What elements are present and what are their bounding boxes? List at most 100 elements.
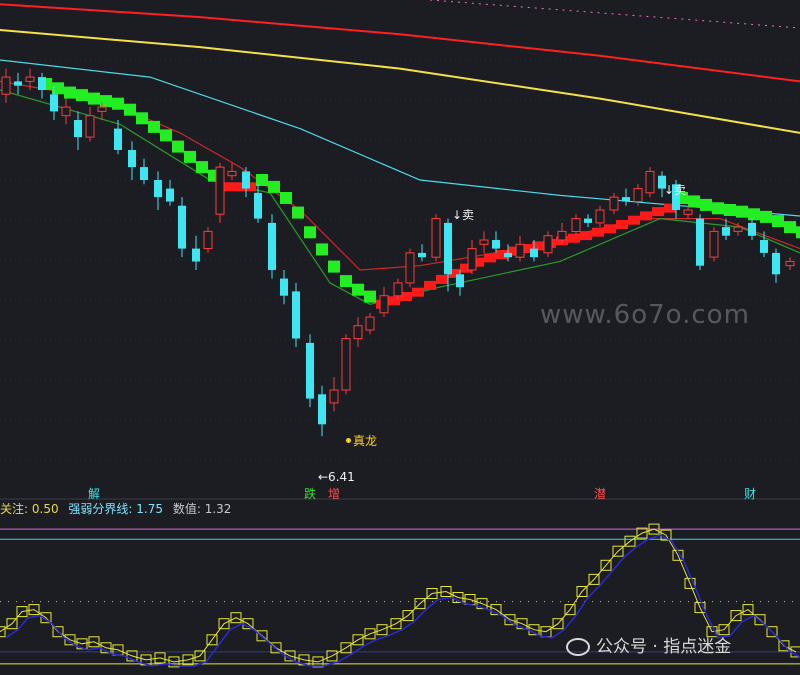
ribbon-block xyxy=(640,211,652,221)
candle-body xyxy=(722,227,730,236)
candle-body xyxy=(140,167,148,180)
site-watermark: www.6o7o.com xyxy=(540,300,750,330)
candle-body xyxy=(633,188,643,203)
candle-body xyxy=(467,248,477,271)
candle-body xyxy=(530,248,538,258)
wechat-watermark-text: 公众号 · 指点迷金 xyxy=(596,637,732,657)
ribbon-block xyxy=(64,86,76,99)
candle-body xyxy=(609,196,619,211)
candle-body xyxy=(268,222,276,270)
candle-body xyxy=(192,248,200,262)
focus-label: 关注: xyxy=(0,502,29,516)
candle-body xyxy=(595,209,605,224)
candle-body xyxy=(431,218,441,258)
ribbon-block xyxy=(328,260,340,273)
ribbon-block xyxy=(724,204,736,216)
candle-body xyxy=(1,76,11,95)
value-number: 1.32 xyxy=(204,502,232,516)
threshold-label: 强弱分界线: xyxy=(68,502,133,516)
candle-body xyxy=(353,325,363,340)
ribbon-block xyxy=(256,174,268,186)
candle-body xyxy=(85,115,95,138)
focus-value: 0.50 xyxy=(31,502,59,516)
candle-body xyxy=(14,81,22,86)
candle-body xyxy=(557,230,567,241)
candle-body xyxy=(215,166,225,215)
candle-body xyxy=(128,150,136,168)
candle-body xyxy=(365,316,375,331)
candle-body xyxy=(292,291,300,339)
candle-body xyxy=(683,209,693,215)
ribbon-block xyxy=(700,198,712,211)
ribbon-block xyxy=(160,129,172,142)
candle-body xyxy=(456,274,464,288)
sell-marker: ↓卖 xyxy=(664,183,687,197)
ribbon-block xyxy=(268,180,280,193)
ribbon-block xyxy=(436,274,448,284)
candle-body xyxy=(166,188,174,202)
candle-body xyxy=(38,77,46,90)
ribbon-block xyxy=(796,226,800,239)
candle-body xyxy=(584,218,592,223)
signal-label: 跌 xyxy=(304,487,317,501)
candle-body xyxy=(748,222,756,236)
sell-marker: ↓卖 xyxy=(452,208,475,222)
candle-body xyxy=(772,252,780,275)
candle-body xyxy=(733,226,743,232)
ribbon-block xyxy=(196,161,208,174)
ribbon-block xyxy=(772,215,784,228)
candle-body xyxy=(379,295,389,314)
ribbon-block xyxy=(688,195,700,208)
candle-body xyxy=(97,106,107,112)
wechat-watermark: 公众号 · 指点迷金 xyxy=(566,632,731,657)
point-annotation-label: 真龙 xyxy=(353,434,378,448)
candle-body xyxy=(227,170,237,177)
candle-body xyxy=(329,389,339,404)
candle-body xyxy=(306,342,314,399)
threshold-value: 1.75 xyxy=(136,502,164,516)
ribbon-block xyxy=(148,120,160,133)
ribbon-block xyxy=(652,207,664,217)
ribbon-block xyxy=(88,92,100,105)
candle-body xyxy=(418,252,426,258)
candle-body xyxy=(242,171,250,189)
ribbon-block xyxy=(292,206,304,219)
signal-label: 潜 xyxy=(594,487,607,501)
ribbon-block xyxy=(352,283,364,296)
candle-body xyxy=(696,218,704,266)
ribbon-block xyxy=(172,140,184,153)
ribbon-block xyxy=(76,89,88,102)
candle-body xyxy=(114,128,122,150)
candle-body xyxy=(515,243,525,258)
ribbon-block xyxy=(784,221,796,234)
dot-icon xyxy=(346,438,351,443)
candle-body xyxy=(760,240,768,253)
ribbon-block xyxy=(136,112,148,125)
candle-body xyxy=(622,197,630,202)
candle-body xyxy=(154,180,162,198)
signal-label: 财 xyxy=(744,487,757,501)
candle-body xyxy=(444,222,452,275)
ribbon-block xyxy=(424,280,436,290)
ribbon-block xyxy=(412,287,424,297)
candle-body xyxy=(571,218,581,233)
candle-body xyxy=(50,94,58,112)
candle-body xyxy=(492,240,500,249)
candle-body xyxy=(280,278,288,296)
ribbon-block xyxy=(184,150,196,163)
ribbon-block xyxy=(364,290,376,303)
wechat-icon xyxy=(566,638,590,656)
candle-body xyxy=(709,230,719,258)
indicator-legend: 关注: 0.50 强弱分界线: 1.75 数值: 1.32 xyxy=(0,500,231,517)
candle-body xyxy=(405,252,415,284)
candle-body xyxy=(74,120,82,138)
ribbon-block xyxy=(712,202,724,215)
candle-body xyxy=(318,394,326,425)
ribbon-block xyxy=(280,192,292,204)
candle-body xyxy=(341,338,351,391)
candle-body xyxy=(61,106,71,117)
candle-body xyxy=(178,205,186,249)
ribbon-block xyxy=(568,233,580,243)
ribbon-block xyxy=(304,226,316,239)
ribbon-block xyxy=(580,231,592,241)
